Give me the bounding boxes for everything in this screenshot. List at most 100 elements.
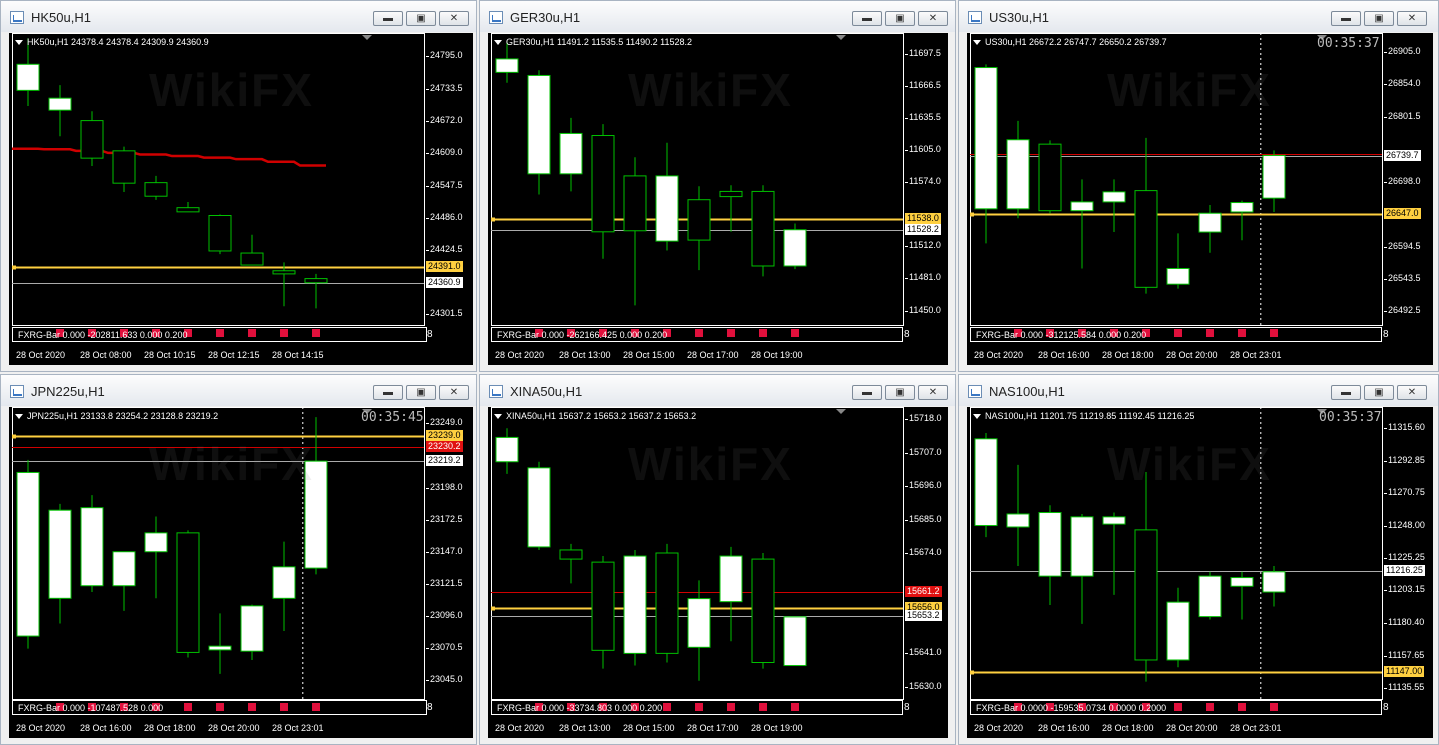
title-bar[interactable]: XINA50u,H1 ▬ ▣ ✕ <box>480 375 955 406</box>
candle <box>495 41 519 83</box>
candle <box>1262 150 1286 212</box>
candle <box>1038 140 1062 214</box>
minimize-icon[interactable]: ▬ <box>373 11 403 26</box>
candle <box>1006 464 1030 567</box>
price-level-marker <box>491 217 495 222</box>
x-tick-label: 28 Oct 16:00 <box>1038 723 1090 733</box>
title-bar[interactable]: NAS100u,H1 ▬ ▣ ✕ <box>959 375 1438 406</box>
candle-body <box>1102 516 1126 525</box>
indicator-label: FXRG-Bar 0.0000 -159535.0734 0.0000 0.20… <box>976 703 1167 713</box>
candle <box>208 613 232 674</box>
chart-area[interactable]: GER30u,H1 11491.2 11535.5 11490.2 11528.… <box>488 33 948 365</box>
candle <box>559 117 583 192</box>
y-tick-label: 26492.5 <box>1384 304 1421 315</box>
candle <box>974 433 998 538</box>
maximize-icon[interactable]: ▣ <box>1364 11 1394 26</box>
price-level-marker <box>12 434 16 439</box>
candle-body <box>304 460 328 569</box>
chart-window-us30[interactable]: US30u,H1 ▬ ▣ ✕ US30u,H1 26672.2 26747.7 … <box>958 0 1439 372</box>
price-plot[interactable] <box>967 33 1433 365</box>
y-tick-label: 15685.0 <box>905 513 942 524</box>
chart-window-icon <box>968 11 982 24</box>
chart-window-xina50[interactable]: XINA50u,H1 ▬ ▣ ✕ XINA50u,H1 15637.2 1565… <box>479 374 956 745</box>
chart-area[interactable]: NAS100u,H1 11201.75 11219.85 11192.45 11… <box>967 407 1433 738</box>
chart-window-ger30[interactable]: GER30u,H1 ▬ ▣ ✕ GER30u,H1 11491.2 11535.… <box>479 0 956 372</box>
minimize-icon[interactable]: ▬ <box>373 385 403 400</box>
candle-body <box>655 552 679 654</box>
y-tick-label: 11180.40 <box>1383 617 1425 628</box>
candle-body <box>495 436 519 463</box>
minimize-icon[interactable]: ▬ <box>852 385 882 400</box>
candle <box>1070 513 1094 624</box>
chart-area[interactable]: JPN225u,H1 23133.8 23254.2 23128.8 23219… <box>9 407 473 738</box>
candle <box>1166 587 1190 668</box>
candle-body <box>559 549 583 560</box>
maximize-icon[interactable]: ▣ <box>885 11 915 26</box>
y-tick-label: 15696.0 <box>905 480 942 491</box>
candle-body <box>112 551 136 587</box>
shift-marker-icon[interactable] <box>836 409 846 414</box>
indicator-axis-label: 8 <box>1383 329 1389 340</box>
window-title: US30u,H1 <box>989 10 1049 25</box>
candle-body <box>240 605 264 652</box>
chart-window-hk50[interactable]: HK50u,H1 ▬ ▣ ✕ HK50u,H1 24378.4 24378.4 … <box>0 0 477 372</box>
close-icon[interactable]: ✕ <box>1397 11 1427 26</box>
candle <box>48 85 72 137</box>
y-tick-label: 26698.0 <box>1384 175 1421 186</box>
price-plot[interactable] <box>9 407 473 738</box>
price-plot[interactable] <box>9 33 473 365</box>
price-plot[interactable] <box>967 407 1433 738</box>
bar-timer: 00:35:37 <box>1319 410 1382 425</box>
candle-body <box>527 467 551 548</box>
price-badge: 24391.0 <box>426 261 463 273</box>
price-plot[interactable] <box>488 33 948 365</box>
candle <box>144 175 168 200</box>
title-bar[interactable]: HK50u,H1 ▬ ▣ ✕ <box>1 1 476 32</box>
close-icon[interactable]: ✕ <box>1397 385 1427 400</box>
maximize-icon[interactable]: ▣ <box>406 385 436 400</box>
close-icon[interactable]: ✕ <box>439 385 469 400</box>
chart-window-jpn225[interactable]: JPN225u,H1 ▬ ▣ ✕ JPN225u,H1 23133.8 2325… <box>0 374 477 745</box>
title-bar[interactable]: JPN225u,H1 ▬ ▣ ✕ <box>1 375 476 406</box>
shift-marker-icon[interactable] <box>836 35 846 40</box>
candle-body <box>1230 577 1254 587</box>
candle-body <box>1070 201 1094 212</box>
candle-body <box>1166 267 1190 285</box>
minimize-icon[interactable]: ▬ <box>1331 11 1361 26</box>
y-tick-label: 11270.75 <box>1384 486 1425 497</box>
minimize-icon[interactable]: ▬ <box>1331 385 1361 400</box>
y-tick-label: 23045.0 <box>426 674 463 685</box>
shift-marker-icon[interactable] <box>362 35 372 40</box>
close-icon[interactable]: ✕ <box>439 11 469 26</box>
candle <box>495 428 519 474</box>
y-tick-label: 23172.5 <box>426 513 463 524</box>
y-tick-label: 24672.0 <box>426 114 463 125</box>
close-icon[interactable]: ✕ <box>918 11 948 26</box>
title-bar[interactable]: GER30u,H1 ▬ ▣ ✕ <box>480 1 955 32</box>
price-plot[interactable] <box>488 407 948 738</box>
minimize-icon[interactable]: ▬ <box>852 11 882 26</box>
y-tick-label: 23198.0 <box>426 481 463 492</box>
candle <box>304 417 328 575</box>
maximize-icon[interactable]: ▣ <box>1364 385 1394 400</box>
candle <box>783 616 807 667</box>
chart-area[interactable]: XINA50u,H1 15637.2 15653.2 15637.2 15653… <box>488 407 948 738</box>
candle <box>1102 512 1126 595</box>
window-title: NAS100u,H1 <box>989 384 1065 399</box>
indicator-axis-label: 8 <box>1383 702 1389 713</box>
candle <box>687 186 711 271</box>
candle <box>272 541 296 632</box>
candle-body <box>974 67 998 210</box>
chart-window-nas100[interactable]: NAS100u,H1 ▬ ▣ ✕ NAS100u,H1 11201.75 112… <box>958 374 1439 745</box>
chart-area[interactable]: HK50u,H1 24378.4 24378.4 24309.9 24360.9… <box>9 33 473 365</box>
chart-area[interactable]: US30u,H1 26672.2 26747.7 26650.2 26739.7… <box>967 33 1433 365</box>
title-bar[interactable]: US30u,H1 ▬ ▣ ✕ <box>959 1 1438 32</box>
close-icon[interactable]: ✕ <box>918 385 948 400</box>
maximize-icon[interactable]: ▣ <box>885 385 915 400</box>
x-tick-label: 28 Oct 2020 <box>974 723 1024 733</box>
candle <box>974 64 998 244</box>
indicator-label: FXRG-Bar 0.000 -33734.803 0.000 0.200 <box>497 703 663 713</box>
maximize-icon[interactable]: ▣ <box>406 11 436 26</box>
candle <box>719 546 743 642</box>
price-level-marker <box>970 670 974 675</box>
